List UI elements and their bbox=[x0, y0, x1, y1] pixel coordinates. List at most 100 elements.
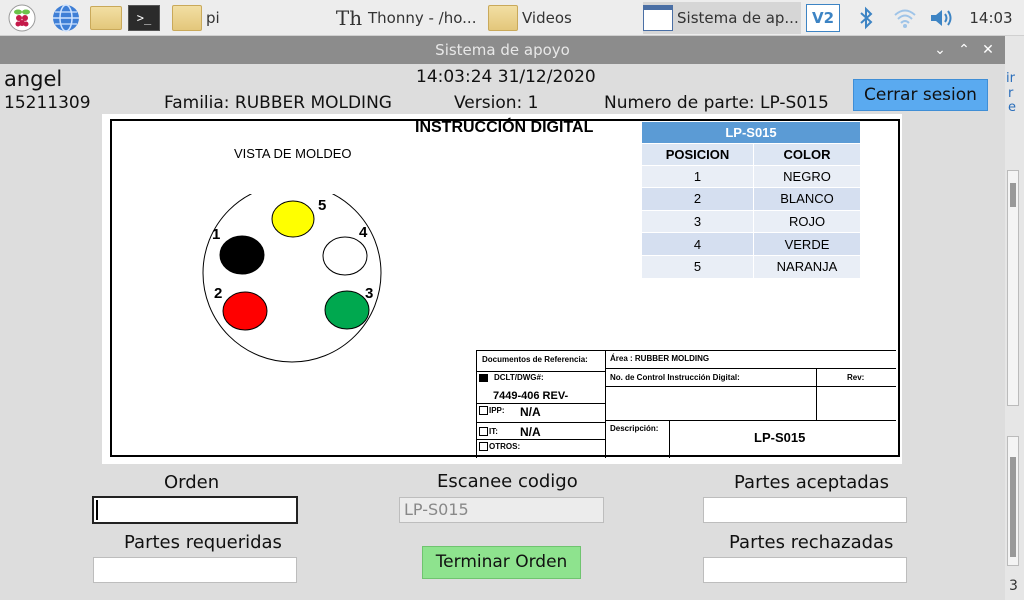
cavity-2 bbox=[222, 291, 268, 331]
digital-instruction-panel: INSTRUCCIÓN DIGITAL VISTA DE MOLDEO 1 2 … bbox=[102, 114, 902, 464]
task-pi-label: pi bbox=[206, 9, 220, 27]
behind-scrollbar-thumb[interactable] bbox=[1010, 183, 1016, 207]
view-label: VISTA DE MOLDEO bbox=[234, 146, 352, 161]
orden-label: Orden bbox=[164, 472, 220, 493]
close-button[interactable]: ✕ bbox=[978, 40, 998, 60]
terminal-icon[interactable]: >_ bbox=[128, 5, 160, 31]
table-cell: 5 bbox=[642, 254, 754, 278]
escanee-input[interactable]: LP-S015 bbox=[399, 497, 604, 523]
volume-icon[interactable] bbox=[928, 4, 956, 32]
ipp-label: IPP: bbox=[489, 406, 505, 415]
table-cell: 4 bbox=[642, 232, 754, 256]
table-cell: VERDE bbox=[753, 232, 860, 256]
cavity-1 bbox=[219, 235, 265, 275]
cavity-4 bbox=[322, 236, 368, 276]
aceptadas-label: Partes aceptadas bbox=[734, 472, 890, 493]
cavity-3 bbox=[324, 290, 370, 330]
maximize-button[interactable]: ⌃ bbox=[954, 40, 974, 60]
it-checkbox bbox=[479, 427, 488, 436]
wifi-icon[interactable] bbox=[892, 4, 918, 32]
escanee-label: Escanee codigo bbox=[437, 471, 578, 492]
table-row: 5 NARANJA bbox=[642, 254, 860, 278]
task-thonny[interactable]: Th Thonny - /ho... bbox=[334, 2, 484, 34]
table-row: 2 BLANCO bbox=[642, 187, 860, 211]
thonny-icon: Th bbox=[335, 6, 363, 30]
task-sistema-label: Sistema de ap... bbox=[677, 9, 799, 27]
description-label: Descripción: bbox=[610, 424, 659, 433]
dclt-checkbox-checked bbox=[479, 374, 488, 382]
behind-scrollbar-1[interactable] bbox=[1007, 170, 1019, 406]
rev-label: Rev: bbox=[847, 373, 865, 382]
description-value: LP-S015 bbox=[754, 430, 806, 445]
task-sistema-de-apoyo[interactable]: Sistema de ap... bbox=[643, 2, 801, 34]
table-cell: 2 bbox=[642, 187, 754, 211]
cavity-3-number: 3 bbox=[365, 285, 373, 302]
aceptadas-input[interactable] bbox=[703, 497, 907, 523]
ipp-checkbox bbox=[479, 406, 488, 415]
dclt-value: 7449-406 REV- bbox=[493, 390, 569, 402]
task-videos[interactable]: Videos bbox=[488, 2, 638, 34]
table-row: 1 NEGRO bbox=[642, 164, 860, 188]
window-icon bbox=[643, 5, 673, 31]
position-color-table: LP-S015 POSICION COLOR 1 NEGRO 2 BLANCO … bbox=[642, 122, 860, 278]
task-thonny-label: Thonny - /ho... bbox=[368, 9, 477, 27]
behind-text-2: r bbox=[1008, 86, 1014, 101]
behind-scrollbar-thumb-2[interactable] bbox=[1010, 457, 1016, 557]
folder-icon bbox=[488, 5, 518, 31]
table-cell: NEGRO bbox=[753, 164, 860, 188]
table-cell: BLANCO bbox=[753, 187, 860, 211]
cavity-2-number: 2 bbox=[214, 285, 222, 302]
user-name: angel bbox=[4, 67, 63, 91]
requeridas-input[interactable] bbox=[93, 557, 297, 583]
table-cell: 1 bbox=[642, 164, 754, 188]
docs-ref-label: Documentos de Referencia: bbox=[482, 355, 588, 364]
employee-id: 15211309 bbox=[4, 93, 91, 113]
control-label: No. de Control Instrucción Digital: bbox=[610, 373, 740, 382]
version-label: Version: 1 bbox=[454, 93, 539, 113]
orden-input[interactable] bbox=[92, 496, 298, 524]
it-label: IT: bbox=[489, 427, 498, 436]
part-number-label: Numero de parte: LP-S015 bbox=[604, 93, 829, 113]
minimize-button[interactable]: ⌄ bbox=[930, 40, 950, 60]
window-title: Sistema de apoyo bbox=[435, 41, 570, 59]
bluetooth-icon[interactable] bbox=[854, 4, 878, 32]
instruction-title: INSTRUCCIÓN DIGITAL bbox=[415, 119, 594, 136]
clock: 14:03 bbox=[969, 9, 1013, 27]
vnc-icon[interactable]: V2 bbox=[806, 4, 840, 32]
cavity-5 bbox=[271, 200, 315, 238]
table-cell: ROJO bbox=[753, 209, 860, 233]
window-titlebar[interactable]: Sistema de apoyo ⌄ ⌃ ✕ bbox=[0, 36, 1005, 64]
table-cell: 3 bbox=[642, 209, 754, 233]
terminar-orden-button[interactable]: Terminar Orden bbox=[422, 546, 581, 579]
behind-digit: 3 bbox=[1009, 578, 1018, 594]
cavity-5-number: 5 bbox=[318, 197, 326, 214]
text-cursor bbox=[96, 500, 98, 520]
behind-scrollbar-2[interactable] bbox=[1007, 436, 1019, 566]
family-label: Familia: RUBBER MOLDING bbox=[164, 93, 392, 113]
rechazadas-label: Partes rechazadas bbox=[729, 532, 894, 553]
file-manager-icon[interactable] bbox=[90, 6, 122, 30]
behind-text-3: e bbox=[1008, 100, 1016, 115]
otros-label: OTROS: bbox=[489, 442, 521, 451]
table-header-posicion: POSICION bbox=[642, 142, 754, 165]
background-window-edge: ir r e 3 bbox=[1005, 36, 1024, 600]
browser-globe-icon[interactable] bbox=[52, 4, 80, 32]
rechazadas-input[interactable] bbox=[703, 557, 907, 583]
datetime: 14:03:24 31/12/2020 bbox=[416, 67, 596, 87]
molding-view-diagram: 1 2 3 4 5 bbox=[202, 194, 382, 363]
table-cell: NARANJA bbox=[753, 254, 860, 278]
behind-text-1: ir bbox=[1006, 71, 1015, 86]
area-label: Área : RUBBER MOLDING bbox=[610, 354, 710, 363]
folder-icon bbox=[172, 5, 202, 31]
it-value: N/A bbox=[520, 425, 541, 439]
otros-checkbox bbox=[479, 442, 488, 451]
requeridas-label: Partes requeridas bbox=[124, 532, 282, 553]
table-row: 3 ROJO bbox=[642, 209, 860, 233]
task-pi[interactable]: pi bbox=[172, 2, 332, 34]
taskbar: >_ pi Th Thonny - /ho... Videos Sistema … bbox=[0, 0, 1024, 36]
logout-button[interactable]: Cerrar sesion bbox=[853, 79, 988, 111]
dclt-label: DCLT/DWG#: bbox=[494, 373, 544, 382]
table-title: LP-S015 bbox=[642, 122, 860, 143]
cavity-1-number: 1 bbox=[212, 226, 220, 243]
raspberry-menu-icon[interactable] bbox=[8, 4, 36, 32]
